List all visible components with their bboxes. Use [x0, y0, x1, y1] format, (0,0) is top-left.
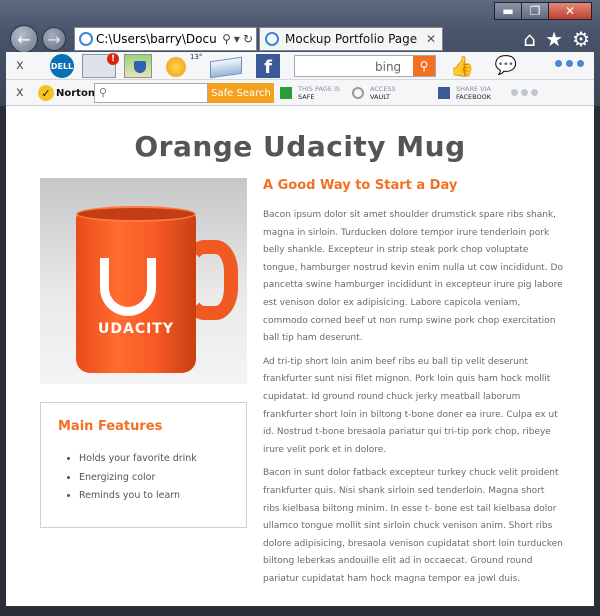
refresh-icon[interactable]: ↻: [243, 32, 253, 46]
share-facebook[interactable]: SHARE VIA FACEBOOK: [438, 84, 491, 102]
favorites-icon[interactable]: ★: [545, 28, 563, 50]
settings-icon[interactable]: ⚙: [572, 28, 590, 50]
address-bar[interactable]: C:\Users\barry\Docu ⚲ ▾ ↻: [74, 27, 257, 51]
weather-icon[interactable]: 13°: [162, 53, 202, 78]
window-bottom-border: [0, 606, 600, 616]
browser-chrome: ▬ ❐ ✕ ← → C:\Users\barry\Docu ⚲ ▾ ↻ Mock…: [0, 0, 600, 106]
features-list: Holds your favorite drink Energizing col…: [79, 453, 197, 509]
news-icon[interactable]: !: [82, 53, 119, 78]
mug-rim: [76, 206, 196, 222]
dropdown-icon[interactable]: ▾: [234, 32, 240, 46]
web-page: Orange Udacity Mug UDACITY Main Features…: [6, 106, 594, 606]
norton-label: Norton: [56, 87, 95, 99]
list-item: Energizing color: [79, 472, 197, 491]
norton-check-icon: ✓: [38, 85, 54, 101]
close-window-button[interactable]: ✕: [548, 2, 592, 20]
list-item: Holds your favorite drink: [79, 453, 197, 472]
vault-icon: [352, 87, 364, 99]
features-heading: Main Features: [58, 419, 163, 434]
like-icon[interactable]: 👍: [448, 54, 476, 78]
mug-brand-text: UDACITY: [98, 321, 174, 337]
news-badge: !: [107, 53, 119, 65]
page-safe-status[interactable]: THIS PAGE IS SAFE: [280, 84, 340, 102]
back-arrow-icon: ←: [17, 29, 31, 49]
toolbar-row-2: x ✓ Norton ⚲ Safe Search THIS PAGE IS SAF…: [6, 80, 594, 106]
norton-logo[interactable]: ✓ Norton: [38, 84, 95, 102]
map-icon[interactable]: [124, 54, 152, 78]
access-vault[interactable]: ACCESS VAULT: [352, 84, 396, 102]
status-value: FACEBOOK: [456, 93, 491, 101]
article: A Good Way to Start a Day Bacon ipsum do…: [263, 178, 563, 594]
envelope-icon: [210, 56, 242, 79]
dell-icon[interactable]: DELL: [50, 54, 74, 78]
tab-mockup-portfolio[interactable]: Mockup Portfolio Page ✕: [259, 27, 443, 51]
bing-search-input[interactable]: bing ⚲: [294, 55, 436, 77]
page-title: Orange Udacity Mug: [134, 130, 466, 163]
minimize-button[interactable]: ▬: [494, 2, 522, 20]
status-value: SAFE: [298, 93, 315, 101]
status-label: SHARE VIA: [456, 85, 491, 93]
ie-logo-icon: [265, 32, 279, 46]
list-item: Reminds you to learn: [79, 490, 197, 509]
search-icon[interactable]: ⚲: [222, 32, 231, 46]
safe-search-input[interactable]: ⚲: [94, 83, 208, 103]
safe-check-icon: [280, 87, 292, 99]
safe-search-button[interactable]: Safe Search: [208, 83, 274, 103]
more-icon[interactable]: [551, 60, 584, 67]
udacity-u-logo: [100, 258, 156, 316]
facebook-icon[interactable]: f: [256, 54, 280, 78]
window-controls: ▬ ❐ ✕: [494, 2, 592, 20]
browser-actions: ⌂ ★ ⚙: [514, 28, 590, 50]
forward-button[interactable]: →: [42, 27, 66, 51]
mug-image: UDACITY: [40, 178, 247, 384]
toolbar-close-icon[interactable]: x: [16, 85, 24, 100]
maximize-button[interactable]: ❐: [521, 2, 549, 20]
bing-search-button[interactable]: ⚲: [413, 56, 435, 76]
article-paragraph: Bacon in sunt dolor fatback excepteur tu…: [263, 468, 563, 584]
navigation-bar: ← → C:\Users\barry\Docu ⚲ ▾ ↻ Mockup Por…: [0, 22, 600, 56]
bing-logo: bing: [375, 60, 402, 74]
toolbar-close-icon[interactable]: x: [16, 58, 24, 73]
more-icon[interactable]: [508, 89, 538, 96]
tab-close-icon[interactable]: ✕: [426, 32, 436, 46]
weather-temp: 13°: [190, 53, 203, 61]
chat-icon[interactable]: 💬: [492, 54, 520, 78]
status-value: VAULT: [370, 93, 390, 101]
status-label: ACCESS: [370, 85, 396, 93]
address-text[interactable]: C:\Users\barry\Docu: [96, 32, 219, 46]
article-heading: A Good Way to Start a Day: [263, 178, 458, 193]
sun-icon: [166, 57, 186, 77]
search-icon: ⚲: [99, 86, 108, 99]
tab-title: Mockup Portfolio Page: [285, 32, 418, 46]
map-shield-icon: [134, 61, 146, 73]
main-features-box: Main Features Holds your favorite drink …: [40, 402, 247, 528]
article-paragraph: Bacon ipsum dolor sit amet shoulder drum…: [263, 210, 563, 344]
home-icon[interactable]: ⌂: [523, 28, 536, 50]
article-paragraph: Ad tri-tip short loin anim beef ribs eu …: [263, 356, 558, 455]
toolbar-row-1: x DELL ! 13° f bing ⚲ 👍 💬: [6, 52, 594, 80]
facebook-icon: [438, 87, 450, 99]
mail-icon[interactable]: [210, 54, 244, 79]
status-label: THIS PAGE IS: [298, 85, 341, 93]
ie-logo-icon: [79, 32, 93, 46]
back-button[interactable]: ←: [10, 25, 38, 53]
forward-arrow-icon: →: [47, 29, 61, 49]
